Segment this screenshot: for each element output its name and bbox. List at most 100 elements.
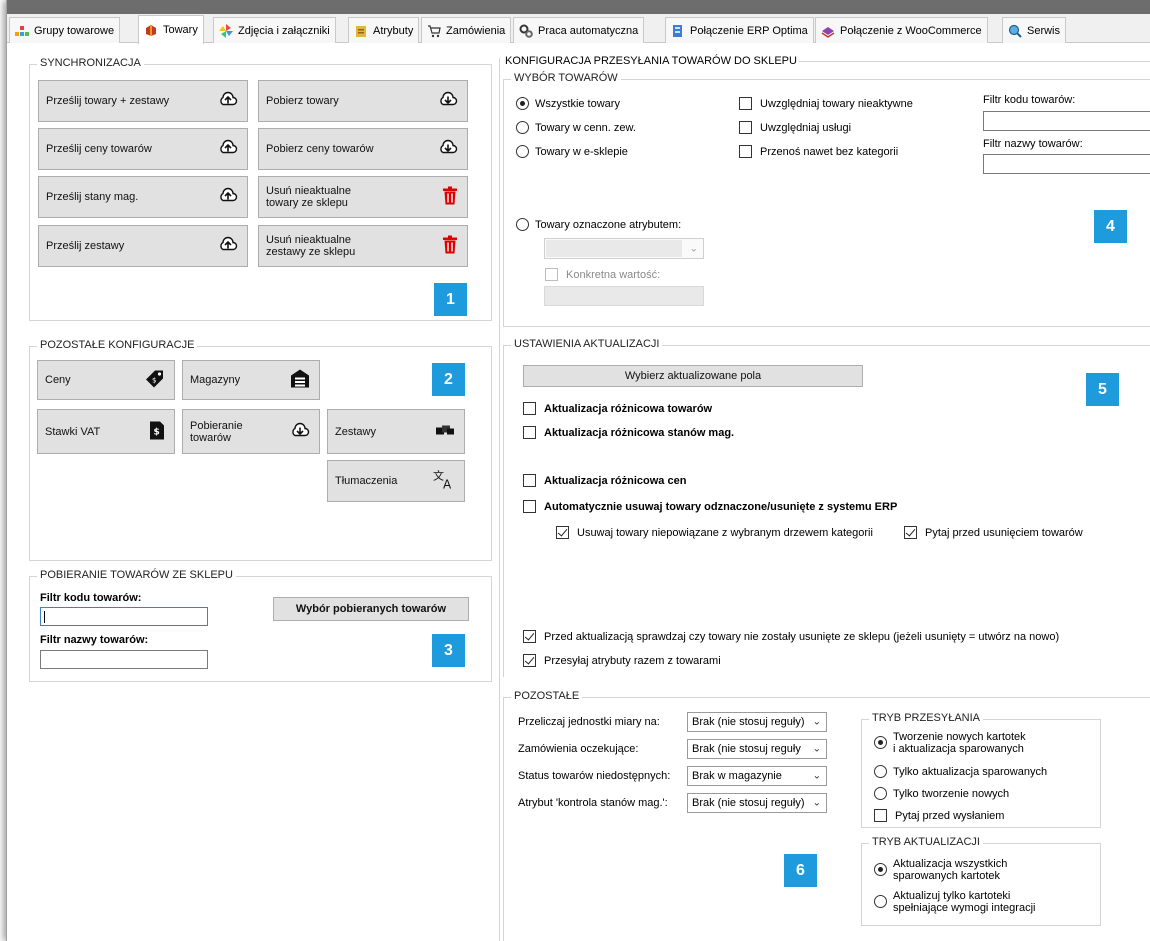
tab-zamowienia[interactable]: Zamówienia <box>421 17 512 43</box>
tab-praca-automatyczna[interactable]: Praca automatyczna <box>513 17 645 43</box>
send-sets-button[interactable]: Prześlij zestawy <box>38 225 248 267</box>
radio-button[interactable] <box>516 97 529 110</box>
update-mode-all[interactable]: Aktualizacja wszystkich sparowanych kart… <box>874 858 1007 882</box>
radio-label: Aktualizuj tylko kartoteki spełniające w… <box>893 890 1036 914</box>
checkbox[interactable] <box>904 526 917 539</box>
trash-icon <box>442 186 458 208</box>
radio-button[interactable] <box>516 145 529 158</box>
download-code-filter-input[interactable] <box>40 607 208 626</box>
other-title: POZOSTAŁE <box>511 690 583 702</box>
checkbox[interactable] <box>739 97 752 110</box>
sets-config-button[interactable]: Zestawy <box>327 409 465 454</box>
radio-button[interactable] <box>516 218 529 231</box>
unavailable-status-select[interactable]: Brak w magazynie ⌄ <box>687 766 827 786</box>
check-auto-remove[interactable]: Automatycznie usuwaj towary odznaczone/u… <box>523 500 897 513</box>
tab-towary[interactable]: Towary <box>138 15 204 44</box>
check-remove-unlinked[interactable]: Usuwaj towary niepowiązane z wybranym dr… <box>556 526 873 539</box>
radio-external-pricelist[interactable]: Towary w cenn. zew. <box>516 121 636 134</box>
tab-label: Zamówienia <box>446 24 506 37</box>
radio-button[interactable] <box>874 863 887 876</box>
checkbox-label: Pytaj przed usunięciem towarów <box>925 526 1083 539</box>
choose-updated-fields-button[interactable]: Wybierz aktualizowane pola <box>523 365 863 387</box>
send-prices-button[interactable]: Prześlij ceny towarów <box>38 128 248 170</box>
radio-button[interactable] <box>874 895 887 908</box>
check-services[interactable]: Uwzględniaj usługi <box>739 121 851 134</box>
check-ask-before-send[interactable]: Pytaj przed wysłaniem <box>874 809 1004 822</box>
badge-4: 4 <box>1094 210 1127 243</box>
checkbox-label: Konkretna wartość: <box>566 268 661 281</box>
attribute-select[interactable]: ⌄ <box>544 238 704 259</box>
checkbox[interactable] <box>523 500 536 513</box>
checkbox[interactable] <box>739 145 752 158</box>
radio-button[interactable] <box>874 765 887 778</box>
send-mode-create-update[interactable]: Tworzenie nowych kartotek i aktualizacja… <box>874 731 1026 755</box>
selection-name-filter-input[interactable] <box>983 154 1150 174</box>
radio-button[interactable] <box>516 121 529 134</box>
checkbox[interactable] <box>523 654 536 667</box>
warehouses-config-button[interactable]: Magazyny <box>182 360 320 400</box>
select-value: Brak w magazynie <box>692 770 782 782</box>
tab-atrybuty[interactable]: Atrybuty <box>348 17 420 43</box>
checkbox[interactable] <box>556 526 569 539</box>
download-name-filter-input[interactable] <box>40 650 208 669</box>
check-send-attributes[interactable]: Przesyłaj atrybuty razem z towarami <box>523 654 721 667</box>
check-removed-before-update[interactable]: Przed aktualizacją sprawdzaj czy towary … <box>523 630 1059 643</box>
tab-zdjecia[interactable]: Zdjęcia i załączniki <box>213 17 336 43</box>
radio-button[interactable] <box>874 787 887 800</box>
check-without-category[interactable]: Przenoś nawet bez kategorii <box>739 145 898 158</box>
specific-value-input[interactable] <box>544 286 704 306</box>
selection-code-filter-input[interactable] <box>983 111 1150 131</box>
remove-sets-button[interactable]: Usuń nieaktualne zestawy ze sklepu <box>258 225 468 267</box>
checkbox[interactable] <box>874 809 887 822</box>
check-diff-prices[interactable]: Aktualizacja różnicowa cen <box>523 474 686 487</box>
select-value: Brak (nie stosuj reguły <box>692 743 801 755</box>
remove-products-button[interactable]: Usuń nieaktualne towary ze sklepu <box>258 176 468 218</box>
checkbox[interactable] <box>523 426 536 439</box>
radio-button[interactable] <box>874 736 887 749</box>
send-products-button[interactable]: Prześlij towary + zestawy <box>38 80 248 122</box>
stock-control-attr-select[interactable]: Brak (nie stosuj reguły) ⌄ <box>687 793 827 813</box>
checkbox[interactable] <box>523 474 536 487</box>
boxes-icon <box>435 424 455 439</box>
radio-all-products[interactable]: Wszystkie towary <box>516 97 620 110</box>
pending-orders-select[interactable]: Brak (nie stosuj reguły ⌄ <box>687 739 827 759</box>
check-inactive-products[interactable]: Uwzględniaj towary nieaktywne <box>739 97 913 110</box>
radio-label: Tylko aktualizacja sparowanych <box>893 765 1048 778</box>
get-products-button[interactable]: Pobierz towary <box>258 80 468 122</box>
get-prices-button[interactable]: Pobierz ceny towarów <box>258 128 468 170</box>
check-diff-stock[interactable]: Aktualizacja różnicowa stanów mag. <box>523 426 734 439</box>
cloud-upload-icon <box>218 236 238 256</box>
vat-rates-button[interactable]: Stawki VAT $ <box>37 409 175 454</box>
tab-grupy-towarowe[interactable]: Grupy towarowe <box>9 17 121 43</box>
button-label: Tłumaczenia <box>335 475 398 487</box>
send-mode-update-only[interactable]: Tylko aktualizacja sparowanych <box>874 765 1047 778</box>
send-mode-create-only[interactable]: Tylko tworzenie nowych <box>874 787 1009 800</box>
units-select[interactable]: Brak (nie stosuj reguły) ⌄ <box>687 712 827 732</box>
cloud-download-icon <box>438 139 458 159</box>
prices-config-button[interactable]: Ceny $ <box>37 360 175 400</box>
selection-group: WYBÓR TOWARÓW Wszystkie towary Towary w … <box>503 72 1150 327</box>
radio-attribute-marked[interactable]: Towary oznaczone atrybutem: <box>516 218 681 231</box>
tab-woocommerce[interactable]: Połączenie z WooCommerce <box>815 17 988 43</box>
translations-button[interactable]: Tłumaczenia 文A <box>327 460 465 502</box>
checkbox[interactable] <box>523 630 536 643</box>
radio-label: Towary oznaczone atrybutem: <box>535 218 682 231</box>
checkbox[interactable] <box>739 121 752 134</box>
select-downloaded-products-button[interactable]: Wybór pobieranych towarów <box>273 597 469 621</box>
update-mode-compliant[interactable]: Aktualizuj tylko kartoteki spełniające w… <box>874 890 1035 914</box>
category-grid-icon <box>15 24 29 38</box>
checkbox[interactable] <box>523 402 536 415</box>
check-diff-products[interactable]: Aktualizacja różnicowa towarów <box>523 402 712 415</box>
pending-orders-label: Zamówienia oczekujące: <box>518 743 639 755</box>
download-group: POBIERANIE TOWARÓW ZE SKLEPU Filtr kodu … <box>29 569 492 682</box>
check-ask-before-remove[interactable]: Pytaj przed usunięciem towarów <box>904 526 1083 539</box>
send-stock-button[interactable]: Prześlij stany mag. <box>38 176 248 218</box>
checkbox[interactable] <box>545 268 558 281</box>
radio-label: Aktualizacja wszystkich sparowanych kart… <box>893 858 1008 882</box>
download-products-config-button[interactable]: Pobieranie towarów <box>182 409 320 454</box>
update-mode-title: TRYB AKTUALIZACJI <box>869 836 983 848</box>
tab-erp-optima[interactable]: Połączenie ERP Optima <box>665 17 814 43</box>
tab-serwis[interactable]: Serwis <box>1002 17 1067 43</box>
check-specific-value[interactable]: Konkretna wartość: <box>545 268 660 281</box>
radio-in-eshop[interactable]: Towary w e-sklepie <box>516 145 628 158</box>
